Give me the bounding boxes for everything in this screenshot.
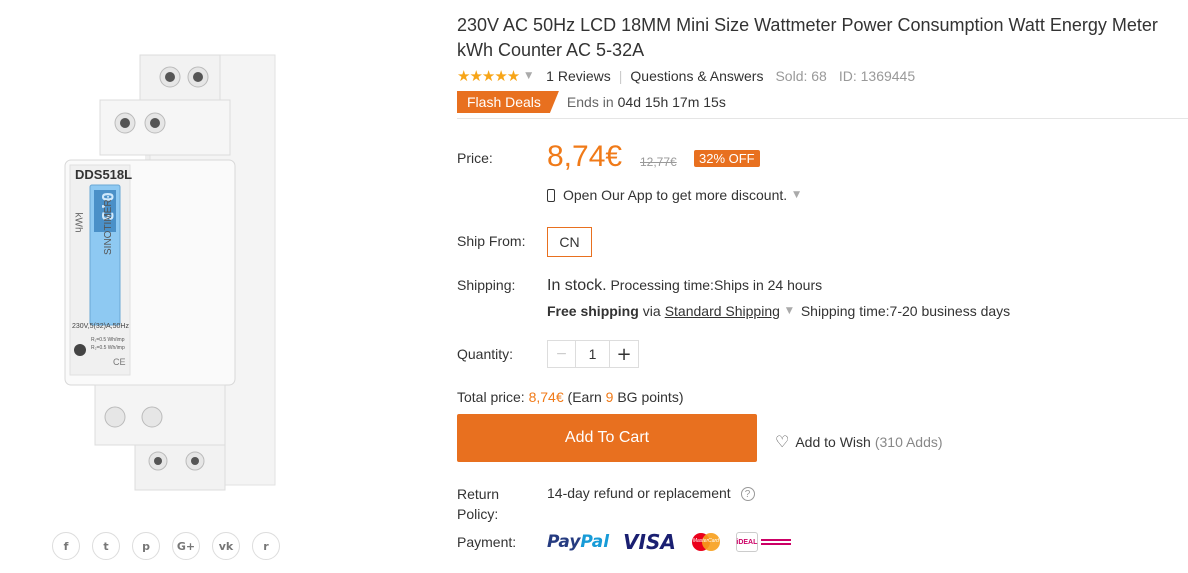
price-label: Price: [457,150,493,166]
total-price-amount: 8,74€ [528,389,564,405]
payment-label: Payment: [457,534,517,550]
app-promo[interactable]: Open Our App to get more discount. ▼ [547,187,808,203]
star-rating-icon[interactable]: ★★★★★ [457,67,520,85]
total-price-label: Total price: [457,389,525,405]
ship-from-label: Ship From: [457,233,526,249]
chevron-down-icon[interactable]: ▼ [525,71,532,81]
shipping-method-row: Free shipping via Standard Shipping ▼ Sh… [547,303,1010,319]
rating-row: ★★★★★ ▼ 1 Reviews | Questions & Answers … [457,67,915,85]
flash-deals-badge[interactable]: Flash Deals [457,91,559,113]
google-plus-icon[interactable]: G+ [172,532,200,560]
meter-unit-label: kWh [72,212,84,233]
shipping-label: Shipping: [457,277,516,293]
current-price: 8,74€ [547,140,623,173]
earn-suffix: BG points) [617,389,684,405]
original-price: 12,77€ [640,155,677,169]
app-promo-text: Open Our App to get more discount. [563,187,788,203]
facebook-icon[interactable]: f [52,532,80,560]
vk-icon[interactable]: vk [212,532,240,560]
quantity-increase-button[interactable]: + [610,341,638,367]
paypal-logo-part-2: Pal [580,532,610,552]
return-policy-label-line1: Return [457,486,500,502]
meter-brand-label: SINOTIMER [103,199,114,255]
social-share-bar: f t p G+ vk r [52,532,280,560]
bg-points-count: 9 [605,389,614,405]
ideal-label: iDEAL [735,532,758,552]
chevron-down-icon[interactable]: ▼ [786,306,793,316]
quantity-decrease-button[interactable]: − [548,341,576,367]
reddit-icon[interactable]: r [252,532,280,560]
via-text: via [642,303,661,319]
add-to-wish-label: Add to Wish [795,433,871,450]
meter-model-label: DDS518L [75,167,133,182]
questions-answers-link[interactable]: Questions & Answers [630,68,763,84]
flash-deals-row: Flash Deals Ends in 04d 15h 17m 15s [457,91,726,113]
reviews-link[interactable]: 1 Reviews [546,68,611,84]
quantity-input[interactable]: 1 [576,341,610,367]
earn-prefix: (Earn [567,389,602,405]
ends-in-label: Ends in [566,94,614,110]
meter-imp-label-2: R₂=0.5 Wh/imp [91,345,125,351]
meter-ce-mark: CE [113,357,126,367]
return-policy-text: 14-day refund or replacement [547,485,731,501]
sold-count: Sold: 68 [775,68,827,84]
shipping-time: Shipping time:7-20 business days [800,303,1011,319]
chevron-down-icon: ▼ [793,190,801,200]
in-stock-text: In stock. [547,277,607,294]
divider [457,118,1188,119]
add-to-cart-button[interactable]: Add To Cart [457,414,757,462]
mastercard-icon: MasterCard [690,532,722,552]
total-price-row: Total price: 8,74€ (Earn 9 BG points) [457,389,683,405]
return-policy-label: Return Policy: [457,484,499,524]
product-id: ID: 1369445 [838,68,916,84]
twitter-icon[interactable]: t [92,532,120,560]
visa-logo: VISA [623,530,676,554]
pinterest-icon[interactable]: p [132,532,160,560]
return-policy-label-line2: Policy: [457,506,499,522]
meter-rating-label: 230V,5(32)A,50Hz [72,323,129,330]
ship-from-option-cn[interactable]: CN [547,227,592,257]
discount-badge: 32% OFF [694,150,760,167]
product-image: DDS518L kWh 0.3 SINOTIMER 230V,5(32)A,50… [55,45,285,495]
meter-imp-label-1: R₁=0.5 Wh/imp [91,337,125,343]
paypal-logo-part-1: Pay [547,532,581,552]
divider: | [618,68,623,84]
phone-icon [547,188,555,202]
mastercard-label: MasterCard [692,538,719,544]
processing-time: Processing time:Ships in 24 hours [610,277,823,293]
add-to-wish-button[interactable]: ♡ Add to Wish (310 Adds) [775,432,943,451]
free-shipping-text: Free shipping [547,303,639,319]
paypal-logo: PayPal [547,532,609,552]
quantity-label: Quantity: [457,346,514,362]
ideal-icon: iDEAL [735,532,791,552]
payment-methods: PayPal VISA MasterCard iDEAL [547,530,791,554]
quantity-stepper: − 1 + [547,340,639,368]
stock-status: In stock. Processing time:Ships in 24 ho… [547,277,822,295]
return-policy-value: 14-day refund or replacement ? [547,485,755,502]
wish-count: (310 Adds) [874,433,943,450]
product-title: 230V AC 50Hz LCD 18MM Mini Size Wattmete… [457,15,1158,60]
countdown-timer: 04d 15h 17m 15s [617,94,726,110]
shipping-method-select[interactable]: Standard Shipping [665,303,780,319]
heart-plus-icon: ♡ [775,432,790,451]
help-icon[interactable]: ? [740,487,755,502]
